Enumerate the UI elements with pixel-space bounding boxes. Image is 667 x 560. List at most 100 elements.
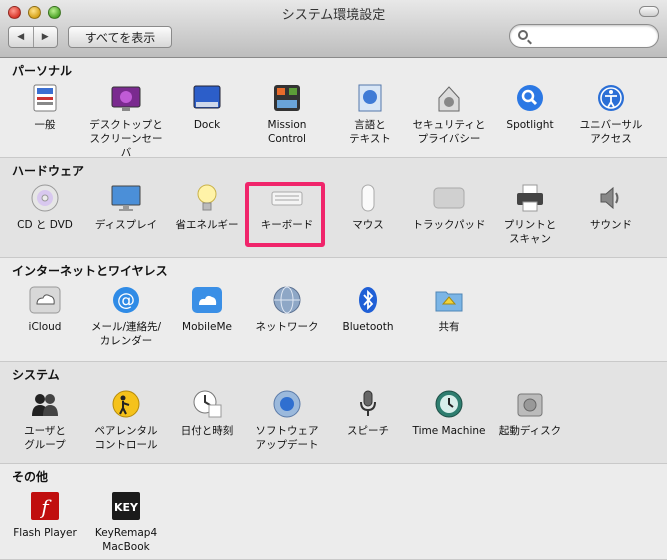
section-1: ハードウェア CD と DVD ディスプレイ 省エネルギー キーボード マウス トラックパッ… xyxy=(0,158,667,258)
display-icon xyxy=(110,182,142,214)
pref-pane-label: Mission Control xyxy=(267,119,307,145)
pref-pane-label: Bluetooth xyxy=(342,321,394,333)
flash-player-icon: f xyxy=(29,490,61,522)
toolbar-toggle-button[interactable] xyxy=(639,6,659,17)
pref-pane-sharing[interactable]: 共有 xyxy=(409,284,489,334)
pref-pane-label: Dock xyxy=(193,119,221,131)
bluetooth-icon xyxy=(352,284,384,316)
pref-pane-trackpad[interactable]: トラックパッド xyxy=(409,182,489,232)
pref-pane-spotlight[interactable]: Spotlight xyxy=(490,82,570,132)
pref-pane-label: サウンド xyxy=(590,219,632,231)
pref-pane-label: マウス xyxy=(352,219,384,231)
search-field[interactable] xyxy=(509,24,659,48)
section-title: その他 xyxy=(12,470,49,484)
pref-pane-mouse[interactable]: マウス xyxy=(328,182,408,232)
desktop-icon xyxy=(110,82,142,114)
pref-pane-language[interactable]: 言語と テキスト xyxy=(330,82,410,146)
section-4: その他 f Flash Player KEY KeyRemap4 MacBook xyxy=(0,464,667,560)
pref-pane-label: Flash Player xyxy=(13,527,77,539)
show-all-button[interactable]: すべてを表示 xyxy=(68,26,172,48)
cd-dvd-icon xyxy=(29,182,61,214)
pref-pane-bluetooth[interactable]: Bluetooth xyxy=(328,284,408,334)
pref-pane-label: KeyRemap4 MacBook xyxy=(94,527,158,553)
language-icon xyxy=(354,82,386,114)
pref-pane-keyremap[interactable]: KEY KeyRemap4 MacBook xyxy=(86,490,166,554)
pref-pane-label: ユニバーサル アクセス xyxy=(579,119,643,145)
pref-pane-general[interactable]: 一般 xyxy=(5,82,85,132)
sharing-icon xyxy=(433,284,465,316)
speech-icon xyxy=(352,388,384,420)
software-update-icon xyxy=(271,388,303,420)
pref-pane-startup-disk[interactable]: 起動ディスク xyxy=(490,388,570,438)
section-0: パーソナル一般 デスクトップと スクリーンセーバ Dock Mission Contr… xyxy=(0,58,667,160)
pref-pane-label: セキュリティと プライバシー xyxy=(412,119,486,145)
pref-pane-sound[interactable]: サウンド xyxy=(571,182,651,232)
users-icon xyxy=(29,388,61,420)
pref-pane-label: トラックパッド xyxy=(412,219,486,231)
pref-pane-desktop[interactable]: デスクトップと スクリーンセーバ xyxy=(86,82,166,160)
pref-pane-label: メール/連絡先/ カレンダー xyxy=(90,321,162,347)
pref-pane-time-machine[interactable]: Time Machine xyxy=(409,388,489,438)
section-2: インターネットとワイヤレス iCloud @ メール/連絡先/ カレンダー Mobile… xyxy=(0,258,667,362)
universal-access-icon xyxy=(595,82,627,114)
system-preferences-window: システム環境設定 ◀ ▶ すべてを表示 パーソナル一般 デスクトップと スクリーン… xyxy=(0,0,667,560)
pref-pane-label: Time Machine xyxy=(412,425,486,437)
pref-pane-label: MobileMe xyxy=(182,321,232,333)
pref-pane-parental-controls[interactable]: ペアレンタル コントロール xyxy=(86,388,166,452)
pref-pane-label: ソフトウェア アップデート xyxy=(255,425,319,451)
section-3: システム ユーザと グループ ペアレンタル コントロール 日付と時刻 ソフトウェア アッ… xyxy=(0,362,667,464)
pref-pane-label: ユーザと グループ xyxy=(24,425,66,451)
pref-pane-date-time[interactable]: 日付と時刻 xyxy=(167,388,247,438)
pref-pane-label: 起動ディスク xyxy=(498,425,562,437)
energy-saver-icon xyxy=(191,182,223,214)
pref-pane-label: Spotlight xyxy=(506,119,554,131)
pref-pane-energy-saver[interactable]: 省エネルギー xyxy=(167,182,247,232)
pref-pane-label: 一般 xyxy=(34,119,56,131)
pref-pane-label: 日付と時刻 xyxy=(180,425,234,437)
back-button[interactable]: ◀ xyxy=(9,27,34,47)
pref-pane-network[interactable]: ネットワーク xyxy=(247,284,327,334)
pref-pane-users[interactable]: ユーザと グループ xyxy=(5,388,85,452)
search-icon xyxy=(518,30,528,40)
trackpad-icon xyxy=(433,182,465,214)
pref-pane-label: 省エネルギー xyxy=(175,219,239,231)
pref-pane-universal-access[interactable]: ユニバーサル アクセス xyxy=(571,82,651,146)
pref-pane-label: iCloud xyxy=(28,321,62,333)
pref-pane-icloud[interactable]: iCloud xyxy=(5,284,85,334)
pref-pane-mail[interactable]: @ メール/連絡先/ カレンダー xyxy=(86,284,166,348)
mobileme-icon xyxy=(191,284,223,316)
pref-pane-mobileme[interactable]: MobileMe xyxy=(167,284,247,334)
pref-pane-label: ネットワーク xyxy=(255,321,319,333)
printer-icon xyxy=(514,182,546,214)
pref-pane-software-update[interactable]: ソフトウェア アップデート xyxy=(247,388,327,452)
date-time-icon xyxy=(191,388,223,420)
startup-disk-icon xyxy=(514,388,546,420)
pref-pane-label: 共有 xyxy=(438,321,460,333)
pref-pane-label: デスクトップと スクリーンセーバ xyxy=(89,119,163,159)
parental-controls-icon xyxy=(110,388,142,420)
forward-button[interactable]: ▶ xyxy=(34,27,58,47)
pref-pane-flash-player[interactable]: f Flash Player xyxy=(5,490,85,540)
mouse-icon xyxy=(352,182,384,214)
pref-pane-security[interactable]: セキュリティと プライバシー xyxy=(409,82,489,146)
security-icon xyxy=(433,82,465,114)
section-title: パーソナル xyxy=(12,64,73,78)
pref-pane-label: CD と DVD xyxy=(17,219,73,231)
window-title: システム環境設定 xyxy=(281,8,386,23)
pref-pane-label: スピーチ xyxy=(347,425,389,437)
pref-pane-speech[interactable]: スピーチ xyxy=(328,388,408,438)
pref-pane-cd-dvd[interactable]: CD と DVD xyxy=(5,182,85,232)
mail-icon: @ xyxy=(110,284,142,316)
time-machine-icon xyxy=(433,388,465,420)
keyboard-highlight-box xyxy=(245,182,325,247)
pref-pane-label: ペアレンタル コントロール xyxy=(94,425,158,451)
dock-icon xyxy=(191,82,223,114)
svg-text:@: @ xyxy=(117,290,135,311)
network-icon xyxy=(271,284,303,316)
pref-pane-label: ディスプレイ xyxy=(94,219,158,231)
keyremap-icon: KEY xyxy=(110,490,142,522)
pref-pane-display[interactable]: ディスプレイ xyxy=(86,182,166,232)
pref-pane-printer[interactable]: プリントと スキャン xyxy=(490,182,570,246)
pref-pane-mission-control[interactable]: Mission Control xyxy=(247,82,327,146)
pref-pane-dock[interactable]: Dock xyxy=(167,82,247,132)
